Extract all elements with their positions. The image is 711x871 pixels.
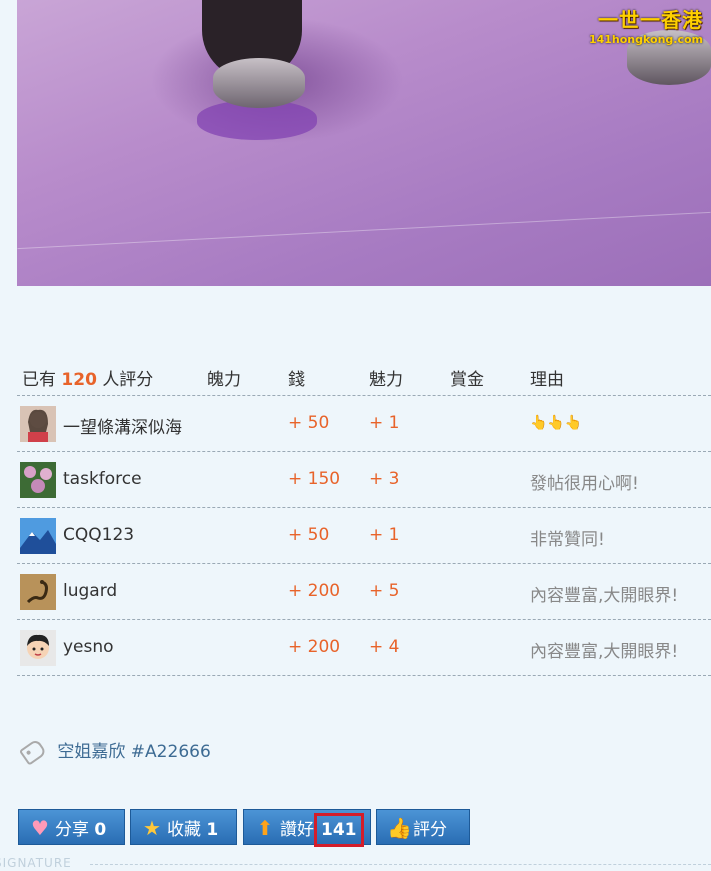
rater-name[interactable]: CQQ123 xyxy=(63,525,134,545)
like-count: 141 xyxy=(314,813,364,847)
watermark-title: 一世一香港 xyxy=(598,8,703,32)
rating-header: 已有 120 人評分 魄力 錢 魅力 賞金 理由 xyxy=(17,355,711,395)
cartoon-avatar[interactable] xyxy=(20,630,56,666)
reason-text: 👆👆👆 xyxy=(530,415,583,431)
rating-prefix: 已有 xyxy=(22,370,56,390)
watermark: 一世一香港 141hongkong.com xyxy=(589,4,703,46)
reason-text: 非常贊同! xyxy=(530,530,605,550)
reason-text: 內容豐富,大開眼界! xyxy=(530,586,679,606)
tag-line: 空姐嘉欣 #A22666 xyxy=(18,737,211,766)
rater-name[interactable]: lugard xyxy=(63,581,117,601)
like-label: 讚好 xyxy=(280,820,314,840)
rating-count-label: 已有 120 人評分 xyxy=(22,365,153,390)
col-gold: 賞金 xyxy=(450,370,484,390)
image-floor-line xyxy=(17,211,711,250)
money-value: + 50 xyxy=(288,525,330,545)
rating-count[interactable]: 120 xyxy=(61,370,97,390)
post-image[interactable]: 一世一香港 141hongkong.com xyxy=(17,0,711,286)
rate-button[interactable]: 👍評分 xyxy=(376,809,470,845)
thumbs-up-icon: 👍 xyxy=(387,816,412,840)
col-power: 魄力 xyxy=(207,370,241,390)
rating-row: CQQ123 + 50 + 1 非常贊同! xyxy=(17,507,711,563)
rater-name[interactable]: yesno xyxy=(63,637,114,657)
charm-value: + 1 xyxy=(369,525,400,545)
money-value: + 200 xyxy=(288,637,341,657)
rating-table: 已有 120 人評分 魄力 錢 魅力 賞金 理由 一望條溝深似海 + 50 + … xyxy=(17,355,711,676)
favorite-button[interactable]: ★ 收藏 1 xyxy=(130,809,237,845)
money-value: + 150 xyxy=(288,469,341,489)
tag-icon xyxy=(18,738,48,766)
money-value: + 50 xyxy=(288,413,330,433)
reason-text: 內容豐富,大開眼界! xyxy=(530,642,679,662)
image-wheel xyxy=(213,58,305,108)
arrow-up-icon: ⬆ xyxy=(256,816,274,840)
rater-name[interactable]: 一望條溝深似海 xyxy=(63,413,182,438)
rating-row: 一望條溝深似海 + 50 + 1 👆👆👆 xyxy=(17,395,711,451)
watermark-url: 141hongkong.com xyxy=(588,33,703,46)
col-reason: 理由 xyxy=(530,370,564,390)
charm-value: + 4 xyxy=(369,637,400,657)
charm-value: + 3 xyxy=(369,469,400,489)
money-value: + 200 xyxy=(288,581,341,601)
mountain-avatar[interactable] xyxy=(20,518,56,554)
rating-row: lugard + 200 + 5 內容豐富,大開眼界! xyxy=(17,563,711,619)
favorite-count: 1 xyxy=(206,820,219,840)
charm-value: + 1 xyxy=(369,413,400,433)
signature-divider xyxy=(90,864,711,865)
share-label: 分享 xyxy=(55,820,89,840)
rating-suffix: 人評分 xyxy=(102,370,154,390)
rating-row: taskforce + 150 + 3 發帖很用心啊! xyxy=(17,451,711,507)
signature-label: SIGNATURE xyxy=(0,856,72,870)
rating-row: yesno + 200 + 4 內容豐富,大開眼界! xyxy=(17,619,711,676)
col-money: 錢 xyxy=(288,370,305,390)
share-count: 0 xyxy=(94,820,107,840)
heart-icon: ♥ xyxy=(31,816,49,840)
tag-link[interactable]: 空姐嘉欣 #A22666 xyxy=(57,742,210,762)
girl-avatar[interactable] xyxy=(20,406,56,442)
scorpion-avatar[interactable] xyxy=(20,574,56,610)
charm-value: + 5 xyxy=(369,581,400,601)
flower-avatar[interactable] xyxy=(20,462,56,498)
rater-name[interactable]: taskforce xyxy=(63,469,142,489)
col-charm: 魅力 xyxy=(369,370,403,390)
reason-text: 發帖很用心啊! xyxy=(530,474,639,494)
share-button[interactable]: ♥ 分享 0 xyxy=(18,809,125,845)
favorite-label: 收藏 xyxy=(167,820,201,840)
star-icon: ★ xyxy=(143,816,161,840)
rate-label: 評分 xyxy=(413,820,447,840)
like-button[interactable]: ⬆ 讚好 141 xyxy=(243,809,371,847)
